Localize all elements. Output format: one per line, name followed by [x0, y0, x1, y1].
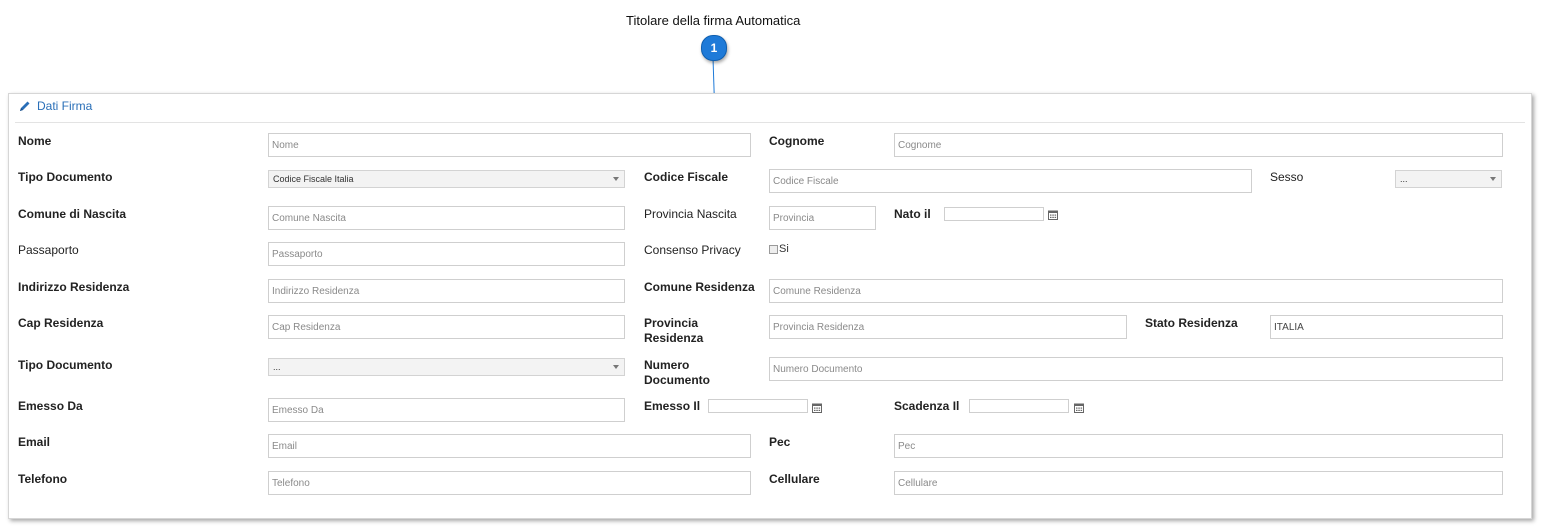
- pec-label: Pec: [769, 435, 791, 449]
- panel-title: Dati Firma: [37, 99, 93, 113]
- calendar-icon[interactable]: [1074, 403, 1084, 413]
- sesso-label: Sesso: [1270, 170, 1304, 184]
- chevron-down-icon: [1490, 177, 1496, 181]
- indirizzo-residenza-label: Indirizzo Residenza: [18, 280, 130, 294]
- email-label: Email: [18, 435, 51, 449]
- checkbox-icon[interactable]: [769, 244, 778, 254]
- cap-residenza-input[interactable]: [268, 315, 625, 339]
- numero-documento-input[interactable]: [769, 357, 1503, 381]
- callout-badge: 1: [701, 35, 727, 61]
- comune-nascita-label: Comune di Nascita: [18, 207, 127, 221]
- tipo-documento-identita-select[interactable]: ...: [268, 358, 625, 376]
- cap-residenza-label: Cap Residenza: [18, 316, 104, 330]
- email-input[interactable]: [268, 434, 751, 458]
- cellulare-input[interactable]: [894, 471, 1503, 495]
- codice-fiscale-label: Codice Fiscale: [644, 170, 729, 184]
- provincia-nascita-input[interactable]: [769, 206, 876, 230]
- stato-residenza-label: Stato Residenza: [1145, 316, 1238, 330]
- emesso-da-label: Emesso Da: [18, 399, 83, 413]
- nato-il-label: Nato il: [894, 207, 931, 221]
- tipo-documento-select[interactable]: Codice Fiscale Italia: [268, 170, 625, 188]
- pencil-icon: [20, 101, 30, 111]
- consenso-privacy-option: Si: [779, 243, 789, 255]
- nome-label: Nome: [18, 134, 52, 148]
- passaporto-label: Passaporto: [18, 243, 79, 257]
- passaporto-input[interactable]: [268, 242, 625, 266]
- nome-input[interactable]: [268, 133, 751, 157]
- telefono-input[interactable]: [268, 471, 751, 495]
- emesso-il-label: Emesso Il: [644, 399, 701, 413]
- scadenza-il-date-input[interactable]: [969, 399, 1069, 413]
- telefono-label: Telefono: [18, 472, 68, 486]
- provincia-residenza-label-line1: Provincia: [644, 316, 699, 330]
- comune-residenza-label: Comune Residenza: [644, 280, 755, 294]
- codice-fiscale-input[interactable]: [769, 169, 1252, 193]
- tipo-documento-identita-value: ...: [273, 362, 281, 372]
- calendar-icon[interactable]: [812, 403, 822, 413]
- calendar-icon[interactable]: [1048, 210, 1058, 220]
- provincia-residenza-label-line2: Residenza: [644, 331, 704, 345]
- tipo-documento-label: Tipo Documento: [18, 170, 113, 184]
- nato-il-date-input[interactable]: [944, 207, 1044, 221]
- cognome-input[interactable]: [894, 133, 1503, 157]
- consenso-privacy-checkbox[interactable]: Si: [769, 243, 789, 255]
- indirizzo-residenza-input[interactable]: [268, 279, 625, 303]
- comune-residenza-input[interactable]: [769, 279, 1503, 303]
- panel-divider: [15, 122, 1525, 123]
- provincia-nascita-label: Provincia Nascita: [644, 207, 737, 221]
- scadenza-il-label: Scadenza Il: [894, 399, 960, 413]
- consenso-privacy-label: Consenso Privacy: [644, 243, 741, 257]
- emesso-da-input[interactable]: [268, 398, 625, 422]
- cellulare-label: Cellulare: [769, 472, 820, 486]
- panel-header: Dati Firma: [19, 99, 92, 113]
- sesso-select[interactable]: ...: [1395, 170, 1502, 188]
- cognome-label: Cognome: [769, 134, 825, 148]
- chevron-down-icon: [613, 177, 619, 181]
- numero-documento-label-line2: Documento: [644, 373, 710, 387]
- pec-input[interactable]: [894, 434, 1503, 458]
- emesso-il-date-input[interactable]: [708, 399, 808, 413]
- tipo-documento-identita-label: Tipo Documento: [18, 358, 113, 372]
- numero-documento-label-line1: Numero: [644, 358, 690, 372]
- provincia-residenza-input[interactable]: [769, 315, 1127, 339]
- provincia-residenza-label: Provincia Residenza: [644, 316, 703, 346]
- stato-residenza-input[interactable]: [1270, 315, 1503, 339]
- tipo-documento-value: Codice Fiscale Italia: [273, 174, 354, 184]
- sesso-value: ...: [1400, 174, 1408, 184]
- numero-documento-label: Numero Documento: [644, 358, 710, 388]
- comune-nascita-input[interactable]: [268, 206, 625, 230]
- chevron-down-icon: [613, 365, 619, 369]
